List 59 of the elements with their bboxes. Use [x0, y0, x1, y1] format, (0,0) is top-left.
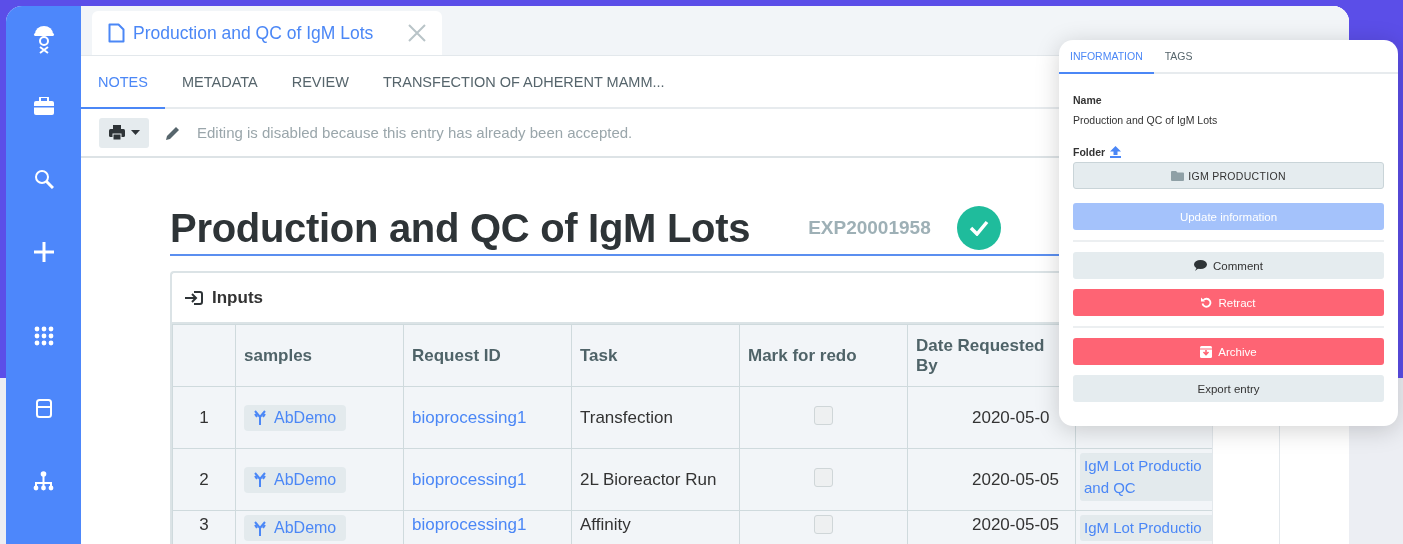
- redo-checkbox[interactable]: [814, 515, 833, 534]
- section-tab[interactable]: METADATA: [164, 56, 275, 109]
- document-tab[interactable]: Production and QC of IgM Lots: [92, 11, 442, 55]
- panel-tab[interactable]: INFORMATION: [1059, 40, 1154, 74]
- column-header: Request ID: [403, 324, 572, 387]
- entry-title: Production and QC of IgM Lots: [170, 205, 751, 251]
- entry-link[interactable]: IgM Lot Productio: [1080, 515, 1212, 541]
- column-header: Task: [571, 324, 740, 387]
- redo-checkbox[interactable]: [814, 405, 833, 425]
- section-tab[interactable]: TRANSFECTION OF ADHERENT MAMM...: [365, 56, 682, 109]
- plus-icon[interactable]: [33, 241, 54, 262]
- logo-icon[interactable]: [32, 24, 55, 56]
- sample-chip[interactable]: AbDemo: [244, 404, 347, 431]
- sample-chip[interactable]: AbDemo: [244, 515, 347, 541]
- antibody-icon: [254, 410, 266, 425]
- folder-icon: [1171, 170, 1185, 181]
- section-tab[interactable]: REVIEW: [274, 56, 366, 109]
- entry-id: EXP20001958: [808, 217, 931, 239]
- antibody-icon: [254, 520, 266, 536]
- entry-name: Production and QC of IgM Lots: [1073, 114, 1219, 126]
- archive-icon: [1200, 345, 1213, 358]
- section-tab[interactable]: NOTES: [81, 56, 165, 109]
- comment-icon: [1194, 260, 1208, 271]
- close-icon[interactable]: [408, 24, 426, 42]
- editing-notice: Editing is disabled because this entry has already been accepted.: [197, 124, 633, 141]
- hierarchy-icon[interactable]: [33, 471, 54, 492]
- document-icon: [108, 23, 125, 43]
- caret-icon: [130, 130, 140, 135]
- pencil-icon: [165, 124, 181, 141]
- input-arrow-icon: [184, 289, 204, 306]
- inputs-heading: Inputs: [212, 287, 263, 308]
- archive-button[interactable]: Archive: [1073, 338, 1384, 365]
- field-label: Name: [1073, 94, 1102, 106]
- apps-grid-icon[interactable]: [33, 326, 54, 347]
- column-header: samples: [235, 324, 404, 387]
- search-icon[interactable]: [33, 169, 54, 190]
- upload-icon[interactable]: [1110, 146, 1122, 158]
- column-header: Mark for redo: [739, 324, 908, 387]
- row-number: 2: [172, 448, 236, 511]
- row-number: 1: [172, 386, 236, 449]
- printer-icon: [108, 125, 125, 140]
- field-label: Folder: [1073, 146, 1106, 158]
- sample-chip[interactable]: AbDemo: [244, 466, 347, 493]
- briefcase-icon[interactable]: [33, 96, 54, 115]
- print-button[interactable]: [99, 117, 149, 148]
- row-number: 3: [172, 510, 236, 544]
- folder-button[interactable]: IGM PRODUCTION: [1073, 162, 1384, 189]
- table-cell: Transfection: [571, 386, 740, 449]
- redo-checkbox[interactable]: [814, 467, 833, 487]
- comment-button[interactable]: Comment: [1073, 252, 1384, 279]
- retract-button[interactable]: Retract: [1073, 289, 1384, 316]
- undo-icon: [1201, 297, 1213, 308]
- panel-icon[interactable]: [35, 398, 52, 418]
- table-cell: 2L Bioreactor Run: [571, 448, 740, 511]
- panel-tab[interactable]: TAGS: [1153, 40, 1204, 74]
- antibody-icon: [254, 472, 266, 487]
- export-button[interactable]: Export entry: [1073, 375, 1384, 402]
- entry-link[interactable]: IgM Lot Productio and QC: [1080, 453, 1212, 501]
- table-cell: 2020-05-05: [907, 448, 1076, 511]
